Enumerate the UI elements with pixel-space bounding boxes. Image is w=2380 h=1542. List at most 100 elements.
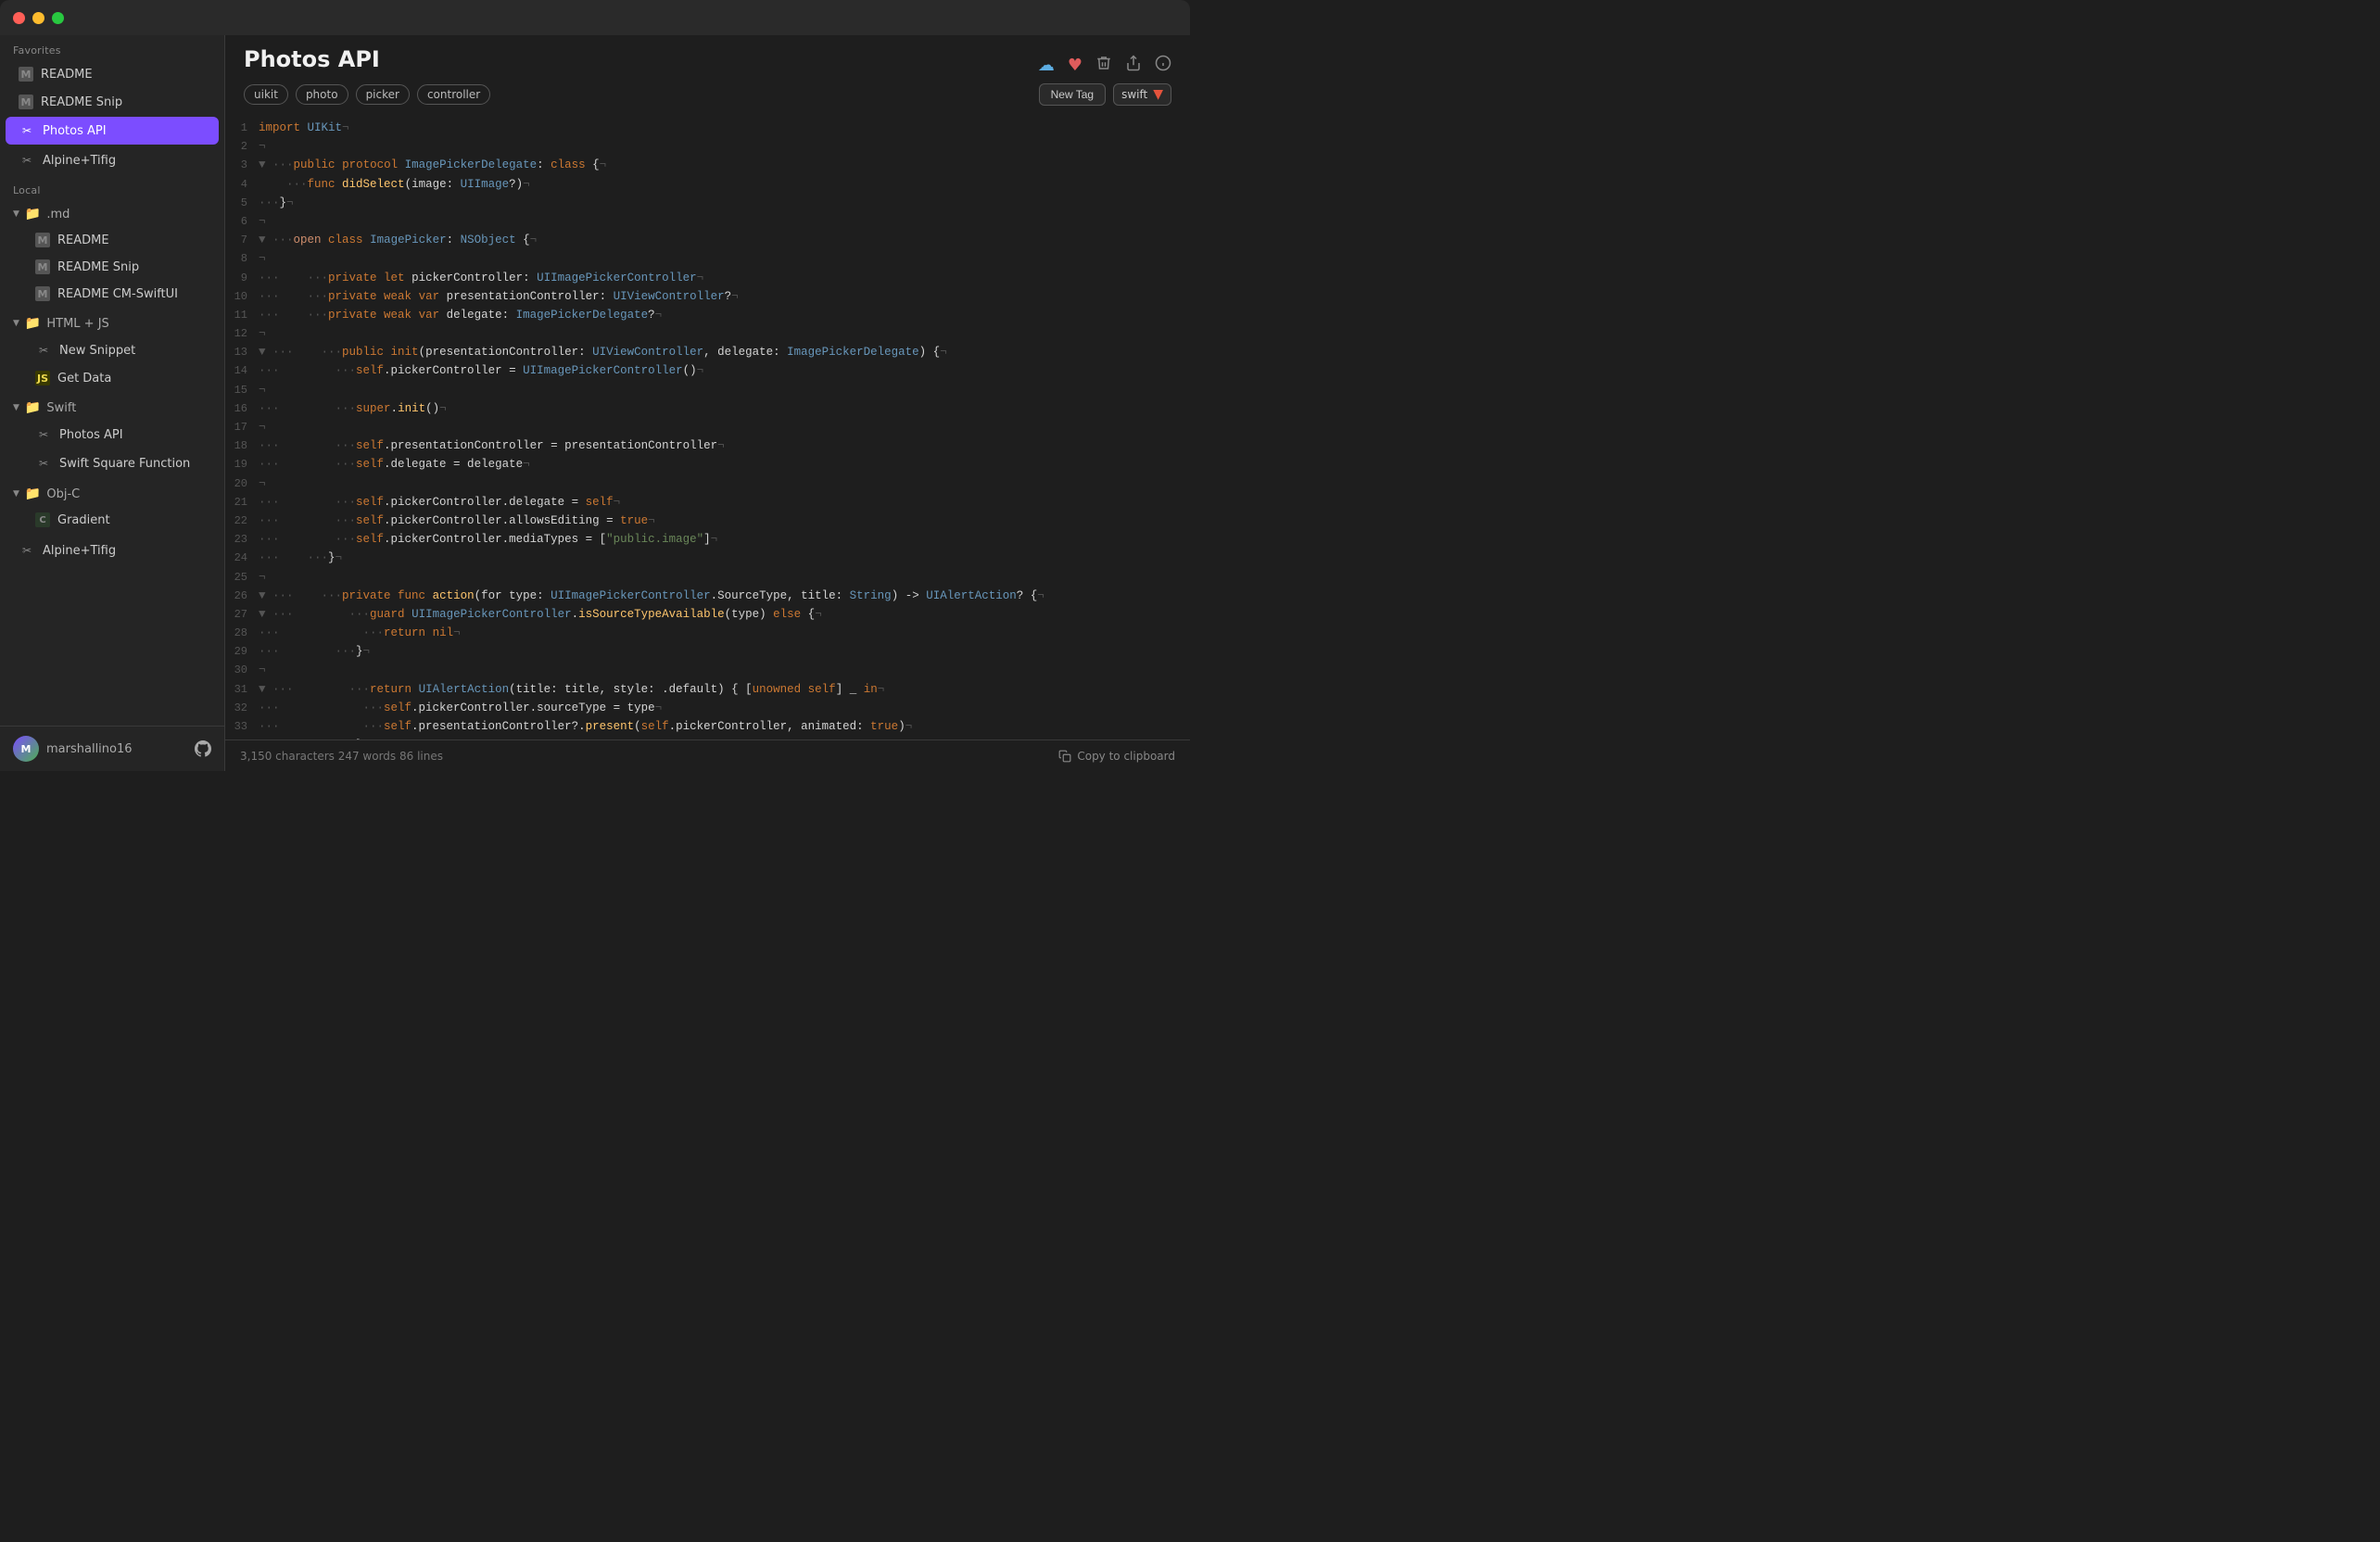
window-controls bbox=[13, 12, 64, 24]
group-html-js-header[interactable]: ▼ 📁 HTML + JS bbox=[0, 311, 224, 335]
sidebar-item-label: README bbox=[57, 234, 206, 247]
code-line: 26 ▼ ··· ···private func action(for type… bbox=[225, 587, 1190, 605]
snip-icon: ✂ bbox=[35, 426, 52, 443]
tag-photo[interactable]: photo bbox=[296, 84, 348, 105]
sidebar-item-photos-api[interactable]: ✂ Photos API bbox=[6, 117, 219, 145]
snip-icon: ✂ bbox=[35, 455, 52, 472]
code-line: 3 ▼ ···public protocol ImagePickerDelega… bbox=[225, 156, 1190, 174]
main-layout: Favorites M README M README Snip ✂ Photo… bbox=[0, 35, 1190, 771]
sidebar-item-label: README Snip bbox=[41, 95, 206, 109]
folder-icon: 📁 bbox=[25, 316, 41, 331]
code-line: 8 ¬ bbox=[225, 249, 1190, 268]
sidebar-item-label: Photos API bbox=[43, 124, 206, 138]
sidebar-item-alpine-tifig-fav[interactable]: ✂ Alpine+Tifig bbox=[6, 146, 219, 174]
sidebar-item-label: README Snip bbox=[57, 260, 206, 274]
code-line: 31 ▼ ··· ···return UIAlertAction(title: … bbox=[225, 680, 1190, 699]
heart-icon[interactable]: ♥ bbox=[1068, 56, 1082, 75]
code-line: 7 ▼ ···open class ImagePicker: NSObject … bbox=[225, 231, 1190, 249]
sidebar-item-photos-api-swift[interactable]: ✂ Photos API bbox=[6, 421, 219, 449]
close-button[interactable] bbox=[13, 12, 25, 24]
objc-icon: C bbox=[35, 512, 50, 527]
js-icon: JS bbox=[35, 371, 50, 386]
code-line: 21 ··· ···self.pickerController.delegate… bbox=[225, 493, 1190, 512]
content-area: Photos API ☁ ♥ uikit photo picker contro… bbox=[225, 35, 1190, 771]
code-line: 27 ▼ ··· ···guard UIImagePickerControlle… bbox=[225, 605, 1190, 624]
group-label: HTML + JS bbox=[46, 317, 108, 331]
sidebar-item-label: Get Data bbox=[57, 372, 206, 386]
code-line: 15 ¬ bbox=[225, 381, 1190, 399]
share-icon[interactable] bbox=[1125, 55, 1142, 76]
new-tag-button[interactable]: New Tag bbox=[1039, 83, 1106, 106]
code-line: 29 ··· ···}¬ bbox=[225, 642, 1190, 661]
snip-icon: ✂ bbox=[35, 342, 52, 359]
code-line: 18 ··· ···self.presentationController = … bbox=[225, 436, 1190, 455]
group-md-header[interactable]: ▼ 📁 .md bbox=[0, 202, 224, 226]
group-md: ▼ 📁 .md M README M README Snip M README … bbox=[0, 202, 224, 308]
sidebar-item-readme-snip[interactable]: M README Snip bbox=[6, 89, 219, 115]
sidebar: Favorites M README M README Snip ✂ Photo… bbox=[0, 35, 225, 771]
snip-icon: ✂ bbox=[19, 542, 35, 559]
code-line: 9 ··· ···private let pickerController: U… bbox=[225, 269, 1190, 287]
language-value: swift bbox=[1121, 88, 1147, 101]
group-html-js: ▼ 📁 HTML + JS ✂ New Snippet JS Get Data bbox=[0, 311, 224, 392]
sidebar-item-gradient[interactable]: C Gradient bbox=[6, 507, 219, 533]
snip-icon: ✂ bbox=[19, 152, 35, 169]
group-obj-c: ▼ 📁 Obj-C C Gradient bbox=[0, 482, 224, 534]
code-line: 33 ··· ···self.presentationController?.p… bbox=[225, 717, 1190, 736]
group-label: Obj-C bbox=[46, 487, 80, 501]
code-line: 17 ¬ bbox=[225, 418, 1190, 436]
group-swift-header[interactable]: ▼ 📁 Swift bbox=[0, 396, 224, 420]
sidebar-item-swift-square[interactable]: ✂ Swift Square Function bbox=[6, 449, 219, 477]
sidebar-item-alpine-tifig[interactable]: ✂ Alpine+Tifig bbox=[6, 537, 219, 564]
local-label: Local bbox=[0, 175, 224, 200]
code-line: 11 ··· ···private weak var delegate: Ima… bbox=[225, 306, 1190, 324]
sidebar-item-readme-cm-swiftui[interactable]: M README CM-SwiftUI bbox=[6, 281, 219, 307]
folder-icon: 📁 bbox=[25, 487, 41, 501]
sidebar-item-label: Photos API bbox=[59, 428, 206, 442]
header-icons: ☁ ♥ bbox=[1038, 55, 1171, 76]
sidebar-item-readme-snip-local[interactable]: M README Snip bbox=[6, 254, 219, 280]
snip-icon: ✂ bbox=[19, 122, 35, 139]
sidebar-item-label: Alpine+Tifig bbox=[43, 544, 206, 558]
code-line: 10 ··· ···private weak var presentationC… bbox=[225, 287, 1190, 306]
info-icon[interactable] bbox=[1155, 55, 1171, 76]
md-icon: M bbox=[19, 95, 33, 109]
language-selector[interactable]: swift ▼ bbox=[1113, 83, 1171, 106]
code-line: 22 ··· ···self.pickerController.allowsEd… bbox=[225, 512, 1190, 530]
code-line: 23 ··· ···self.pickerController.mediaTyp… bbox=[225, 530, 1190, 549]
tag-controller[interactable]: controller bbox=[417, 84, 490, 105]
sidebar-item-label: Alpine+Tifig bbox=[43, 154, 206, 168]
copy-label: Copy to clipboard bbox=[1077, 750, 1175, 763]
cloud-icon[interactable]: ☁ bbox=[1038, 56, 1055, 75]
chevron-icon: ▼ bbox=[13, 489, 19, 499]
trash-icon[interactable] bbox=[1095, 55, 1112, 76]
code-line: 25 ¬ bbox=[225, 568, 1190, 587]
favorites-label: Favorites bbox=[0, 35, 224, 60]
statusbar: 3,150 characters 247 words 86 lines Copy… bbox=[225, 739, 1190, 771]
clipboard-icon bbox=[1058, 750, 1071, 763]
sidebar-item-new-snippet[interactable]: ✂ New Snippet bbox=[6, 336, 219, 364]
group-label: Swift bbox=[46, 401, 76, 415]
sidebar-item-get-data[interactable]: JS Get Data bbox=[6, 365, 219, 391]
md-icon: M bbox=[35, 259, 50, 274]
tag-picker[interactable]: picker bbox=[356, 84, 410, 105]
avatar: M bbox=[13, 736, 39, 762]
github-icon bbox=[195, 740, 211, 757]
sidebar-item-readme-local[interactable]: M README bbox=[6, 227, 219, 253]
tag-uikit[interactable]: uikit bbox=[244, 84, 288, 105]
sidebar-item-label: Swift Square Function bbox=[59, 457, 206, 471]
md-icon: M bbox=[35, 233, 50, 247]
sidebar-item-readme[interactable]: M README bbox=[6, 61, 219, 87]
copy-to-clipboard-button[interactable]: Copy to clipboard bbox=[1058, 750, 1175, 763]
sidebar-item-label: New Snippet bbox=[59, 344, 206, 358]
code-line: 1 import UIKit¬ bbox=[225, 119, 1190, 137]
code-editor[interactable]: 1 import UIKit¬ 2 ¬ 3 ▼ ···public protoc… bbox=[225, 115, 1190, 739]
minimize-button[interactable] bbox=[32, 12, 44, 24]
group-obj-c-header[interactable]: ▼ 📁 Obj-C bbox=[0, 482, 224, 506]
md-icon: M bbox=[19, 67, 33, 82]
code-line: 14 ··· ···self.pickerController = UIImag… bbox=[225, 361, 1190, 380]
stats-label: 3,150 characters 247 words 86 lines bbox=[240, 750, 443, 763]
code-line: 4 ···func didSelect(image: UIImage?)¬ bbox=[225, 175, 1190, 194]
maximize-button[interactable] bbox=[52, 12, 64, 24]
username: marshallino16 bbox=[46, 742, 133, 756]
